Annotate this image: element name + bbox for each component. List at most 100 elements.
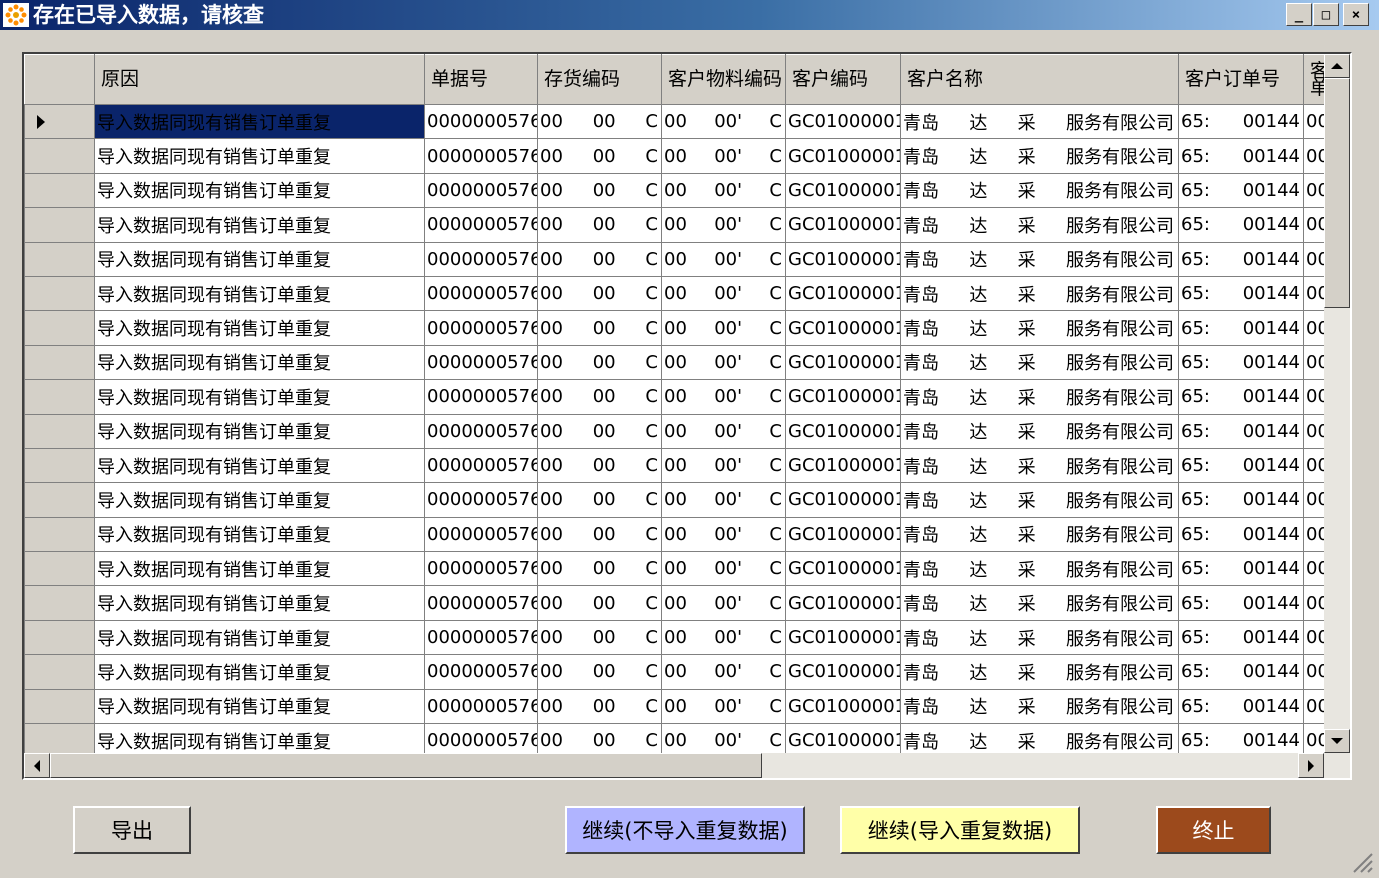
- cell-reason[interactable]: 导入数据同现有销售订单重复: [94, 207, 425, 243]
- cell-inventory-code[interactable]: 00 00 C: [537, 688, 662, 725]
- column-header-doc-no[interactable]: 单据号: [424, 54, 538, 105]
- cell-customer-material-code[interactable]: 00 00' C: [661, 207, 786, 243]
- cell-customer-code[interactable]: GC01000001: [785, 723, 901, 753]
- minimize-button[interactable]: _: [1286, 3, 1312, 26]
- cell-customer-doc[interactable]: 00: [1303, 138, 1324, 174]
- cell-inventory-code[interactable]: 00 00 C: [537, 413, 662, 449]
- cell-customer-name[interactable]: 青岛 达 采 服务有限公司: [900, 619, 1179, 656]
- cell-customer-doc[interactable]: 00: [1303, 723, 1324, 753]
- cell-customer-doc[interactable]: 00: [1303, 379, 1324, 415]
- cell-customer-order-no[interactable]: 65: 00144: [1178, 723, 1304, 753]
- cell-inventory-code[interactable]: 00 00 C: [537, 103, 662, 140]
- row-selector[interactable]: [24, 482, 95, 518]
- cell-doc-no[interactable]: 0000000576: [424, 138, 538, 174]
- cell-customer-order-no[interactable]: 65: 00144: [1178, 275, 1304, 312]
- table-row[interactable]: 导入数据同现有销售订单重复 0000000576 00 00 C 00 00' C GC0100…: [24, 723, 1324, 753]
- cell-doc-no[interactable]: 0000000576: [424, 207, 538, 243]
- cell-reason[interactable]: 导入数据同现有销售订单重复: [94, 723, 425, 753]
- cell-reason[interactable]: 导入数据同现有销售订单重复: [94, 275, 425, 312]
- cell-doc-no[interactable]: 0000000576: [424, 379, 538, 415]
- cell-customer-doc[interactable]: 00: [1303, 413, 1324, 449]
- cell-doc-no[interactable]: 0000000576: [424, 654, 538, 690]
- cell-customer-name[interactable]: 青岛 达 采 服务有限公司: [900, 413, 1179, 449]
- cell-customer-doc[interactable]: 00: [1303, 207, 1324, 243]
- column-header-customer-material-code[interactable]: 客户物料编码: [661, 54, 786, 105]
- cell-reason[interactable]: 导入数据同现有销售订单重复: [94, 654, 425, 690]
- cell-customer-material-code[interactable]: 00 00' C: [661, 413, 786, 449]
- cell-customer-doc[interactable]: 00: [1303, 482, 1324, 518]
- cell-customer-code[interactable]: GC01000001: [785, 585, 901, 621]
- cell-customer-code[interactable]: GC01000001: [785, 482, 901, 518]
- row-selector[interactable]: [24, 619, 95, 656]
- cell-inventory-code[interactable]: 00 00 C: [537, 585, 662, 621]
- table-row[interactable]: 导入数据同现有销售订单重复 0000000576 00 00 C 00 00' C GC0100…: [24, 413, 1324, 449]
- cell-customer-doc[interactable]: 00: [1303, 275, 1324, 312]
- table-row[interactable]: 导入数据同现有销售订单重复 0000000576 00 00 C 00 00' C GC0100…: [24, 310, 1324, 346]
- row-selector[interactable]: [24, 241, 95, 277]
- cell-customer-name[interactable]: 青岛 达 采 服务有限公司: [900, 585, 1179, 621]
- column-header-customer-doc[interactable]: 客户单: [1303, 54, 1324, 105]
- cell-customer-name[interactable]: 青岛 达 采 服务有限公司: [900, 723, 1179, 753]
- cell-customer-order-no[interactable]: 65: 00144: [1178, 585, 1304, 621]
- row-selector[interactable]: [24, 447, 95, 484]
- cell-customer-name[interactable]: 青岛 达 采 服务有限公司: [900, 207, 1179, 243]
- cell-customer-code[interactable]: GC01000001: [785, 413, 901, 449]
- cell-doc-no[interactable]: 0000000576: [424, 551, 538, 587]
- row-selector[interactable]: [24, 138, 95, 174]
- horizontal-scrollbar[interactable]: [24, 753, 1350, 778]
- cell-inventory-code[interactable]: 00 00 C: [537, 275, 662, 312]
- table-row[interactable]: 导入数据同现有销售订单重复 0000000576 00 00 C 00 00' C GC0100…: [24, 207, 1324, 243]
- cell-customer-code[interactable]: GC01000001: [785, 103, 901, 140]
- cell-customer-order-no[interactable]: 65: 00144: [1178, 138, 1304, 174]
- cell-customer-code[interactable]: GC01000001: [785, 379, 901, 415]
- cell-inventory-code[interactable]: 00 00 C: [537, 551, 662, 587]
- resize-grip-icon[interactable]: [1350, 850, 1374, 874]
- cell-customer-order-no[interactable]: 65: 00144: [1178, 516, 1304, 553]
- cell-customer-name[interactable]: 青岛 达 采 服务有限公司: [900, 310, 1179, 346]
- cell-customer-name[interactable]: 青岛 达 采 服务有限公司: [900, 275, 1179, 312]
- cell-customer-name[interactable]: 青岛 达 采 服务有限公司: [900, 379, 1179, 415]
- cell-customer-code[interactable]: GC01000001: [785, 447, 901, 484]
- column-header-customer-code[interactable]: 客户编码: [785, 54, 901, 105]
- cell-customer-order-no[interactable]: 65: 00144: [1178, 482, 1304, 518]
- cell-inventory-code[interactable]: 00 00 C: [537, 723, 662, 753]
- row-selector[interactable]: [24, 516, 95, 553]
- cell-reason[interactable]: 导入数据同现有销售订单重复: [94, 688, 425, 725]
- cell-inventory-code[interactable]: 00 00 C: [537, 654, 662, 690]
- cell-doc-no[interactable]: 0000000576: [424, 241, 538, 277]
- cell-doc-no[interactable]: 0000000576: [424, 310, 538, 346]
- cell-inventory-code[interactable]: 00 00 C: [537, 516, 662, 553]
- cell-customer-doc[interactable]: 00: [1303, 516, 1324, 553]
- cell-customer-material-code[interactable]: 00 00' C: [661, 103, 786, 140]
- scroll-up-button[interactable]: [1324, 54, 1350, 78]
- cell-customer-material-code[interactable]: 00 00' C: [661, 551, 786, 587]
- cell-customer-material-code[interactable]: 00 00' C: [661, 619, 786, 656]
- cell-customer-order-no[interactable]: 65: 00144: [1178, 379, 1304, 415]
- row-selector[interactable]: [24, 585, 95, 621]
- cell-customer-doc[interactable]: 00: [1303, 585, 1324, 621]
- cell-doc-no[interactable]: 0000000576: [424, 482, 538, 518]
- cell-inventory-code[interactable]: 00 00 C: [537, 447, 662, 484]
- cell-customer-name[interactable]: 青岛 达 采 服务有限公司: [900, 138, 1179, 174]
- cell-inventory-code[interactable]: 00 00 C: [537, 138, 662, 174]
- table-row[interactable]: 导入数据同现有销售订单重复 0000000576 00 00 C 00 00' C GC0100…: [24, 379, 1324, 415]
- scroll-right-button[interactable]: [1298, 753, 1324, 778]
- table-row[interactable]: 导入数据同现有销售订单重复 0000000576 00 00 C 00 00' C GC0100…: [24, 172, 1324, 209]
- cell-customer-order-no[interactable]: 65: 00144: [1178, 172, 1304, 209]
- cell-customer-code[interactable]: GC01000001: [785, 516, 901, 553]
- cell-customer-material-code[interactable]: 00 00' C: [661, 447, 786, 484]
- cell-inventory-code[interactable]: 00 00 C: [537, 344, 662, 381]
- cell-customer-name[interactable]: 青岛 达 采 服务有限公司: [900, 482, 1179, 518]
- cell-customer-material-code[interactable]: 00 00' C: [661, 172, 786, 209]
- cell-customer-name[interactable]: 青岛 达 采 服务有限公司: [900, 447, 1179, 484]
- table-row[interactable]: 导入数据同现有销售订单重复 0000000576 00 00 C 00 00' C GC0100…: [24, 585, 1324, 621]
- table-row[interactable]: 导入数据同现有销售订单重复 0000000576 00 00 C 00 00' C GC0100…: [24, 275, 1324, 312]
- cell-doc-no[interactable]: 0000000576: [424, 103, 538, 140]
- cell-customer-name[interactable]: 青岛 达 采 服务有限公司: [900, 654, 1179, 690]
- maximize-button[interactable]: □: [1313, 3, 1339, 26]
- row-selector[interactable]: [24, 413, 95, 449]
- scroll-down-button[interactable]: [1324, 729, 1350, 753]
- cell-customer-code[interactable]: GC01000001: [785, 551, 901, 587]
- cell-customer-doc[interactable]: 00: [1303, 344, 1324, 381]
- cell-customer-material-code[interactable]: 00 00' C: [661, 516, 786, 553]
